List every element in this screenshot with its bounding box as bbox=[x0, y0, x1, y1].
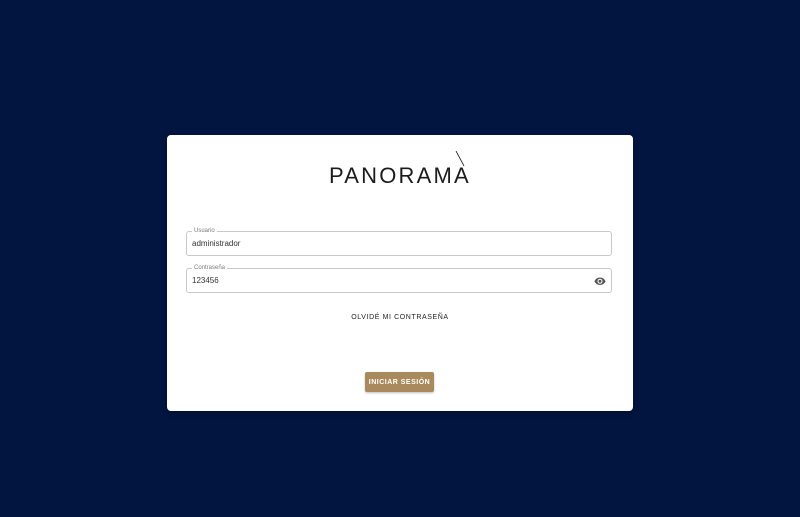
password-field[interactable]: Contraseña 123456 bbox=[186, 263, 612, 293]
login-button[interactable]: INICIAR SESIÓN bbox=[365, 372, 434, 392]
eye-icon[interactable] bbox=[594, 275, 606, 287]
username-field[interactable]: Usuario administrador bbox=[186, 226, 612, 256]
password-input[interactable]: 123456 bbox=[192, 269, 219, 292]
logo-flare-icon bbox=[455, 151, 465, 167]
logo-text: PANORAMA bbox=[329, 151, 471, 191]
logo: PANORAMA bbox=[167, 151, 633, 191]
logo-wordmark: PANORAMA bbox=[329, 163, 471, 188]
username-input[interactable]: administrador bbox=[192, 232, 240, 255]
login-card: PANORAMA Usuario administrador Contraseñ… bbox=[167, 135, 633, 411]
forgot-password-link[interactable]: OLVIDÉ MI CONTRASEÑA bbox=[167, 314, 633, 321]
